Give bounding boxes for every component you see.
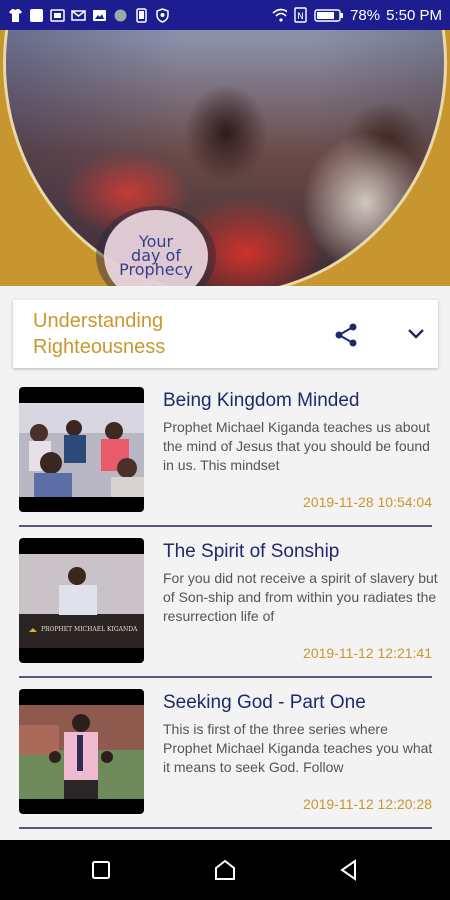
image-icon [92,8,107,23]
divider [19,827,432,829]
status-bar: N 78% 5:50 PM [0,0,450,30]
video-thumbnail[interactable] [19,689,144,814]
worship-photo [3,30,447,286]
playlist-selector[interactable]: Understanding Righteousness [13,300,438,368]
list-item[interactable]: PROPHET MICHAEL KIGANDA The Spirit of So… [0,527,450,678]
tshirt-icon [8,8,23,23]
video-date: 2019-11-28 10:54:04 [303,494,432,510]
home-icon[interactable] [213,858,237,882]
video-title[interactable]: Seeking God - Part One [163,692,443,714]
system-status: N 78% 5:50 PM [272,7,442,24]
shield-icon [155,7,170,23]
video-thumbnail[interactable]: PROPHET MICHAEL KIGANDA [19,538,144,663]
notification-icons [8,7,170,23]
header-banner: Your day of Prophecy [0,30,450,286]
video-thumbnail[interactable] [19,387,144,512]
video-title[interactable]: The Spirit of Sonship [163,541,443,563]
clock: 5:50 PM [386,6,442,24]
system-nav-bar [0,840,450,900]
chevron-down-icon[interactable] [406,326,426,342]
thumb-caption: PROPHET MICHAEL KIGANDA [41,626,138,633]
recents-icon[interactable] [89,858,113,882]
battery-percent: 78% [350,6,381,24]
video-description: This is first of the three series where … [163,721,433,775]
video-date: 2019-11-12 12:20:28 [303,796,432,812]
video-description: Prophet Michael Kiganda teaches us about… [163,419,430,473]
square-icon [29,8,44,23]
back-icon[interactable] [337,858,361,882]
badge-line-3: Prophecy [119,260,193,279]
svg-text:N: N [297,12,304,22]
list-item[interactable]: Seeking God - Part One This is first of … [0,678,450,829]
circle-icon [113,8,128,23]
share-icon[interactable] [333,322,359,348]
sim-icon [50,8,65,23]
video-date: 2019-11-12 12:21:41 [303,645,432,661]
nfc-icon: N [293,7,308,23]
video-list: Being Kingdom Minded Prophet Michael Kig… [0,376,450,829]
battery-icon [314,8,344,23]
phone-icon [134,7,149,23]
mail-icon [71,8,86,23]
video-title[interactable]: Being Kingdom Minded [163,390,443,412]
list-item[interactable]: Being Kingdom Minded Prophet Michael Kig… [0,376,450,527]
video-description: For you did not receive a spirit of slav… [163,570,438,624]
playlist-title: Understanding Righteousness [33,310,166,358]
wifi-icon [272,8,288,23]
